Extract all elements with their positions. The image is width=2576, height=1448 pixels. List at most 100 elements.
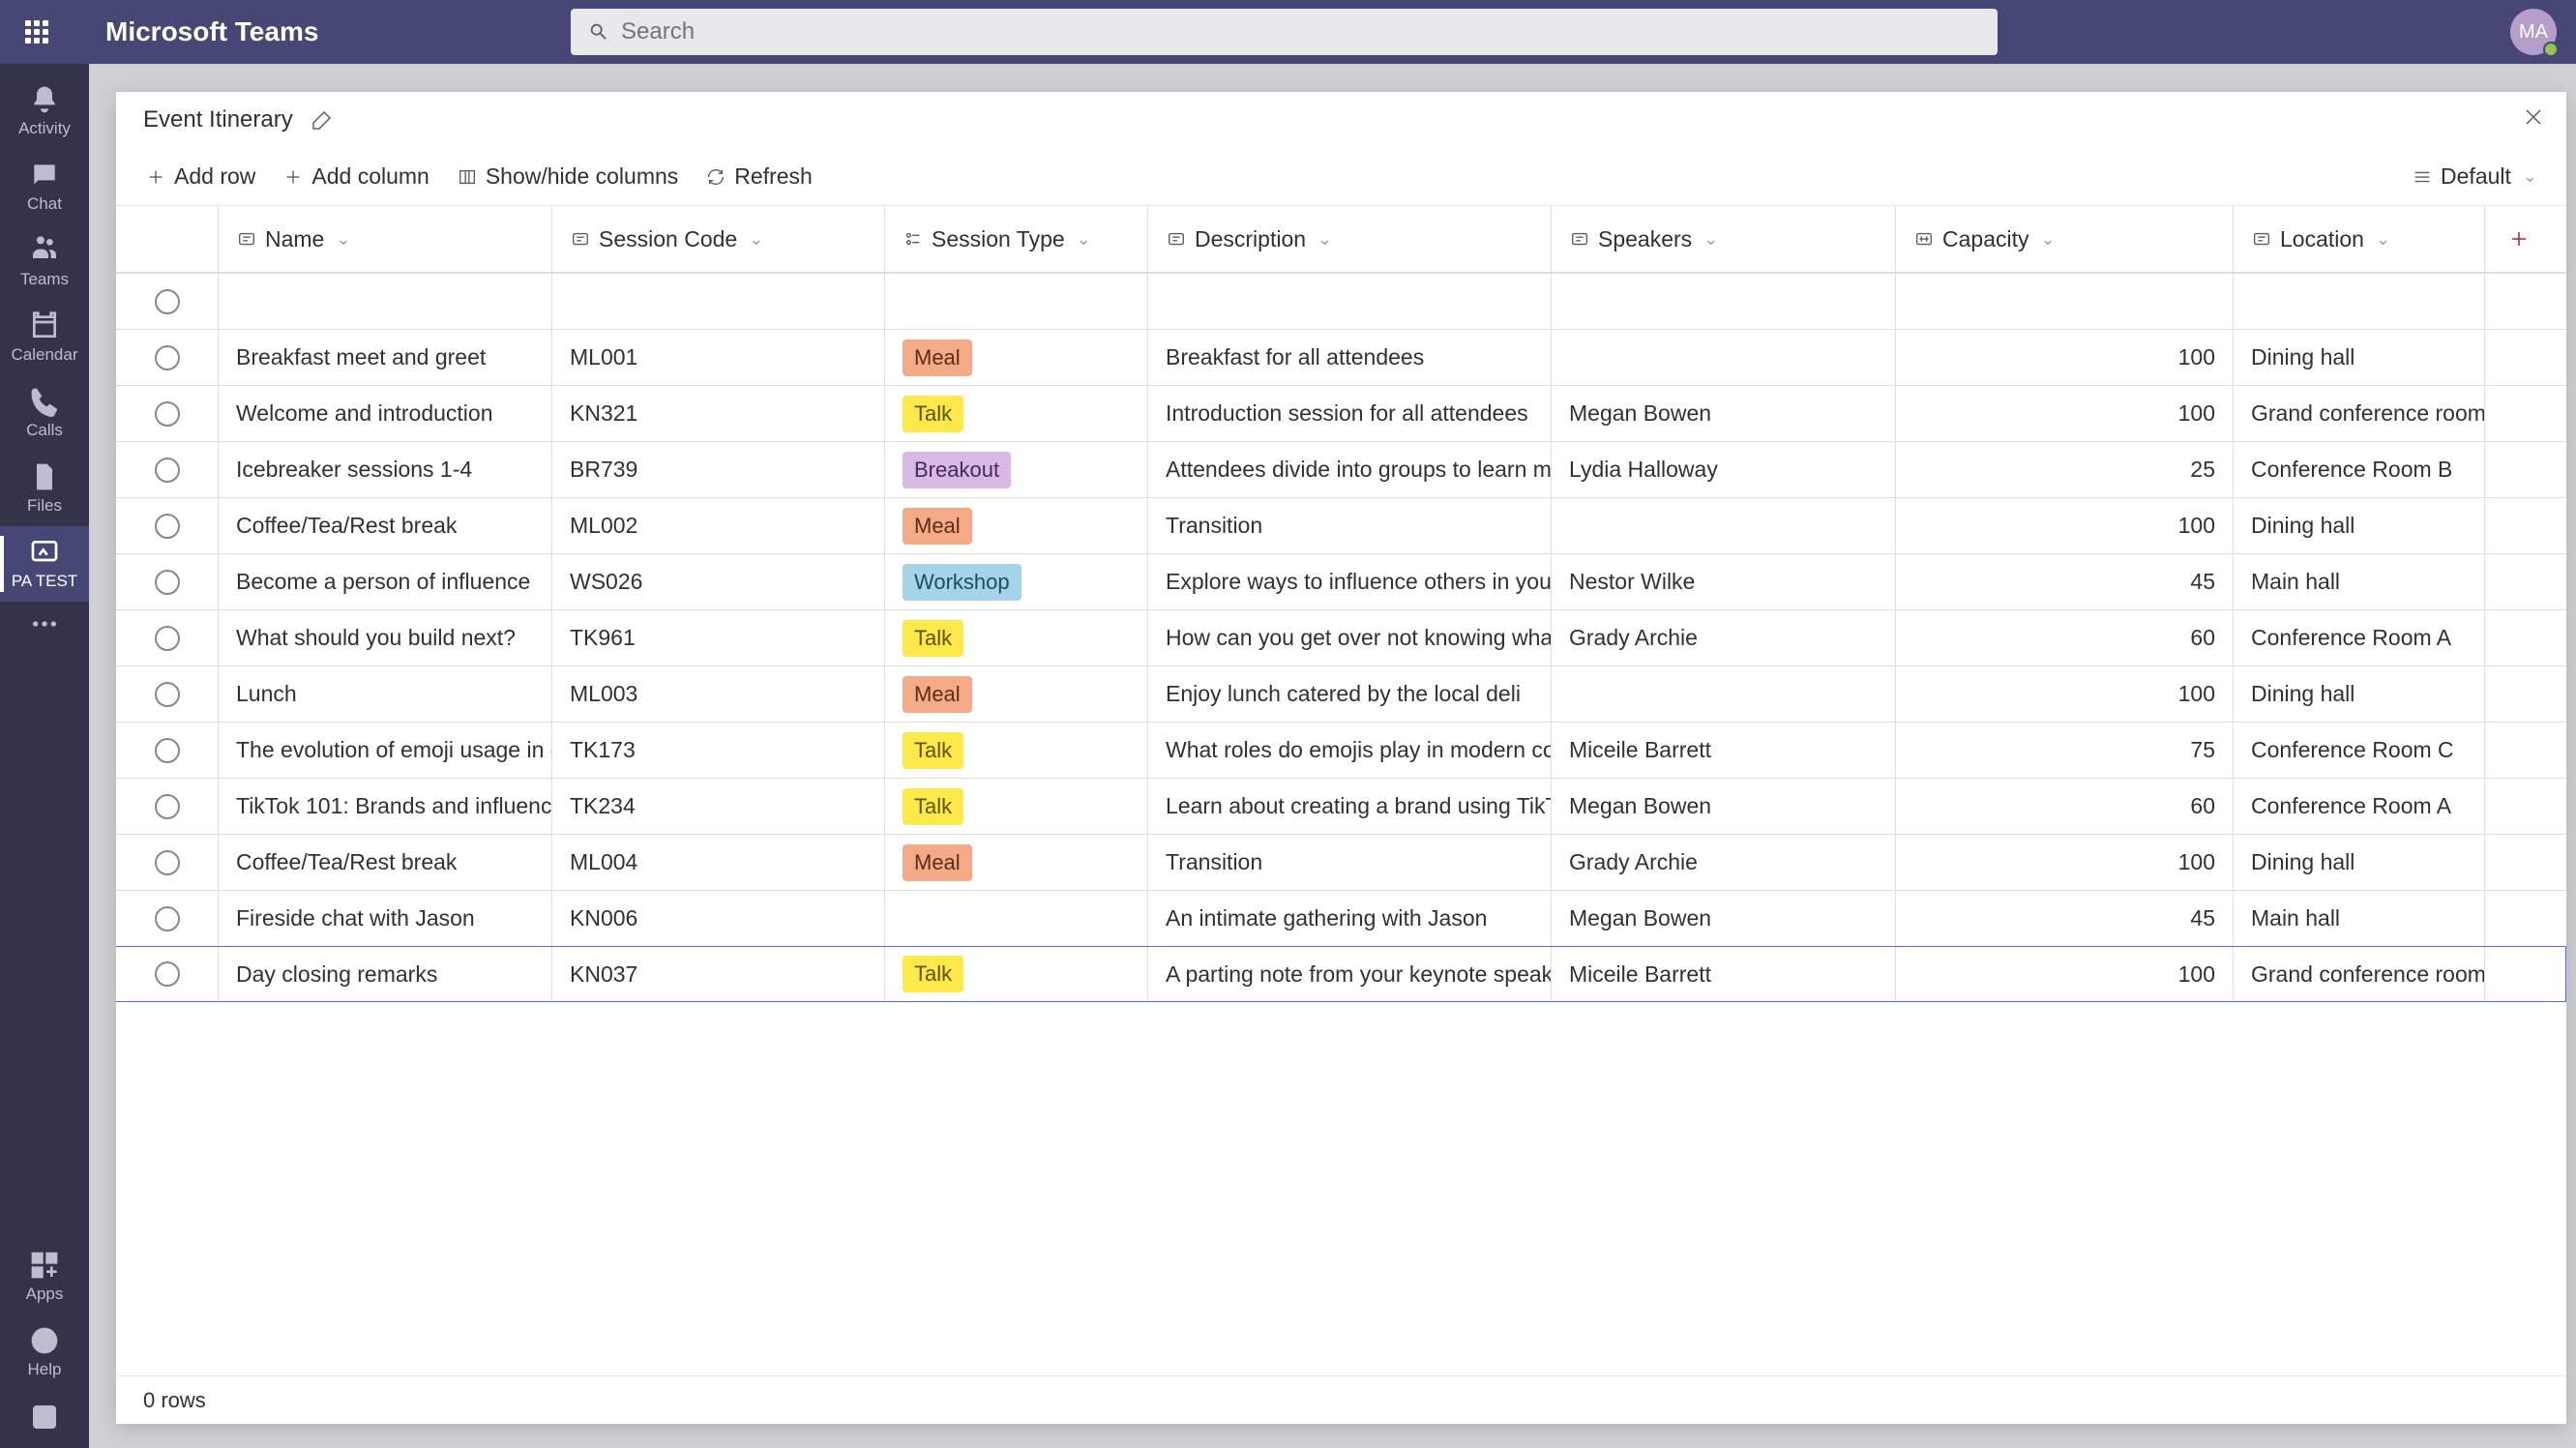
cell-location[interactable]: Dining hall <box>2234 498 2485 553</box>
column-header-speakers[interactable]: Speakers⌄ <box>1552 206 1896 272</box>
cell-speakers[interactable]: Miceile Barrett <box>1552 947 1896 1001</box>
cell-location[interactable]: Conference Room C <box>2234 723 2485 778</box>
cell-desc[interactable]: Attendees divide into groups to learn mo… <box>1148 442 1552 497</box>
cell-speakers[interactable]: Grady Archie <box>1552 835 1896 890</box>
row-select[interactable] <box>116 498 219 553</box>
cell-capacity[interactable]: 60 <box>1896 779 2234 834</box>
cell-location[interactable]: Dining hall <box>2234 330 2485 385</box>
cell-code[interactable]: KN006 <box>552 891 885 946</box>
cell-capacity[interactable]: 100 <box>1896 835 2234 890</box>
filter-select[interactable] <box>116 274 219 329</box>
cell-desc[interactable]: What roles do emojis play in modern com.… <box>1148 723 1552 778</box>
row-select[interactable] <box>116 891 219 946</box>
cell-desc[interactable]: An intimate gathering with Jason <box>1148 891 1552 946</box>
cell-speakers[interactable]: Nestor Wilke <box>1552 554 1896 609</box>
add-column-button[interactable]: Add column <box>282 163 429 190</box>
cell-speakers[interactable]: Lydia Halloway <box>1552 442 1896 497</box>
search-input[interactable] <box>621 18 1980 45</box>
table-row[interactable]: The evolution of emoji usage in c... TK1… <box>116 723 2566 779</box>
cell-type[interactable]: Talk <box>885 779 1148 834</box>
cell-name[interactable]: Lunch <box>219 666 552 722</box>
cell-desc[interactable]: A parting note from your keynote speaker <box>1148 947 1552 1001</box>
cell-capacity[interactable]: 100 <box>1896 666 2234 722</box>
cell-type[interactable]: Breakout <box>885 442 1148 497</box>
table-row[interactable]: Icebreaker sessions 1-4 BR739 Breakout A… <box>116 442 2566 498</box>
cell-speakers[interactable]: Megan Bowen <box>1552 891 1896 946</box>
cell-speakers[interactable]: Megan Bowen <box>1552 386 1896 441</box>
row-select[interactable] <box>116 554 219 609</box>
cell-type[interactable]: Meal <box>885 498 1148 553</box>
refresh-button[interactable]: Refresh <box>705 163 813 190</box>
column-header-description[interactable]: Description⌄ <box>1148 206 1552 272</box>
cell-location[interactable]: Main hall <box>2234 891 2485 946</box>
cell-desc[interactable]: Breakfast for all attendees <box>1148 330 1552 385</box>
column-header-name[interactable]: Name⌄ <box>219 206 552 272</box>
cell-location[interactable]: Conference Room A <box>2234 610 2485 665</box>
view-switcher[interactable]: Default ⌄ <box>2412 163 2537 190</box>
cell-name[interactable]: Day closing remarks <box>219 947 552 1001</box>
table-row[interactable]: Coffee/Tea/Rest break ML004 Meal Transit… <box>116 835 2566 891</box>
add-column-header-button[interactable] <box>2485 206 2553 272</box>
rail-teams[interactable]: Teams <box>0 224 89 300</box>
row-select[interactable] <box>116 610 219 665</box>
edit-icon[interactable] <box>311 108 334 132</box>
filter-location[interactable] <box>2234 274 2485 329</box>
table-row[interactable]: Welcome and introduction KN321 Talk Intr… <box>116 386 2566 442</box>
filter-speakers[interactable] <box>1552 274 1896 329</box>
cell-type[interactable]: Talk <box>885 610 1148 665</box>
cell-desc[interactable]: Transition <box>1148 498 1552 553</box>
rail-calendar[interactable]: Calendar <box>0 300 89 375</box>
showhide-columns-button[interactable]: Show/hide columns <box>457 163 678 190</box>
row-select[interactable] <box>116 947 219 1001</box>
cell-code[interactable]: KN037 <box>552 947 885 1001</box>
cell-location[interactable]: Dining hall <box>2234 835 2485 890</box>
table-row[interactable]: Become a person of influence WS026 Works… <box>116 554 2566 610</box>
cell-type[interactable]: Meal <box>885 330 1148 385</box>
cell-location[interactable]: Grand conference room <box>2234 386 2485 441</box>
cell-type[interactable]: Talk <box>885 386 1148 441</box>
cell-speakers[interactable]: Grady Archie <box>1552 610 1896 665</box>
cell-code[interactable]: WS026 <box>552 554 885 609</box>
cell-capacity[interactable]: 100 <box>1896 386 2234 441</box>
cell-speakers[interactable] <box>1552 330 1896 385</box>
cell-capacity[interactable]: 75 <box>1896 723 2234 778</box>
avatar[interactable]: MA <box>2510 9 2557 55</box>
cell-location[interactable]: Dining hall <box>2234 666 2485 722</box>
cell-name[interactable]: The evolution of emoji usage in c... <box>219 723 552 778</box>
cell-code[interactable]: TK961 <box>552 610 885 665</box>
row-select[interactable] <box>116 386 219 441</box>
cell-type[interactable]: Meal <box>885 666 1148 722</box>
cell-code[interactable]: ML001 <box>552 330 885 385</box>
rail-activity[interactable]: Activity <box>0 74 89 149</box>
cell-capacity[interactable]: 100 <box>1896 330 2234 385</box>
table-row[interactable]: TikTok 101: Brands and influencers TK234… <box>116 779 2566 835</box>
cell-capacity[interactable]: 25 <box>1896 442 2234 497</box>
column-header-session-type[interactable]: Session Type⌄ <box>885 206 1148 272</box>
cell-capacity[interactable]: 45 <box>1896 891 2234 946</box>
cell-speakers[interactable] <box>1552 666 1896 722</box>
cell-capacity[interactable]: 45 <box>1896 554 2234 609</box>
rail-files[interactable]: Files <box>0 451 89 526</box>
cell-location[interactable]: Conference Room A <box>2234 779 2485 834</box>
select-all-header[interactable] <box>116 206 219 272</box>
cell-location[interactable]: Main hall <box>2234 554 2485 609</box>
rail-help[interactable]: Help <box>0 1315 89 1390</box>
cell-code[interactable]: ML003 <box>552 666 885 722</box>
cell-name[interactable]: Fireside chat with Jason <box>219 891 552 946</box>
filter-code[interactable] <box>552 274 885 329</box>
row-select[interactable] <box>116 442 219 497</box>
filter-name[interactable] <box>219 274 552 329</box>
column-header-capacity[interactable]: Capacity⌄ <box>1896 206 2234 272</box>
cell-type[interactable]: Talk <box>885 947 1148 1001</box>
rail-download[interactable] <box>0 1390 89 1448</box>
cell-name[interactable]: TikTok 101: Brands and influencers <box>219 779 552 834</box>
row-select[interactable] <box>116 779 219 834</box>
rail-calls[interactable]: Calls <box>0 375 89 451</box>
cell-type[interactable]: Meal <box>885 835 1148 890</box>
table-row[interactable]: What should you build next? TK961 Talk H… <box>116 610 2566 666</box>
cell-code[interactable]: KN321 <box>552 386 885 441</box>
cell-desc[interactable]: Transition <box>1148 835 1552 890</box>
filter-capacity[interactable] <box>1896 274 2234 329</box>
cell-speakers[interactable] <box>1552 498 1896 553</box>
filter-type[interactable] <box>885 274 1148 329</box>
